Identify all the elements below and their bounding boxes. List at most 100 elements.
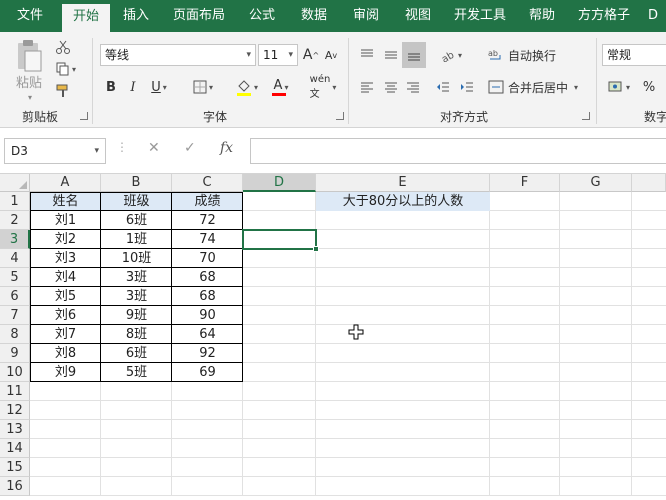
column-header-d[interactable]: D [243, 174, 316, 192]
percent-button[interactable]: % [638, 76, 660, 98]
grow-font-button[interactable]: A ^ [302, 44, 320, 66]
table-cell[interactable]: 68 [172, 268, 243, 287]
insert-function-icon[interactable]: fx [220, 140, 233, 156]
table-cell[interactable]: 64 [172, 325, 243, 344]
table-cell[interactable]: 3班 [101, 268, 172, 287]
column-header-f[interactable]: F [490, 174, 560, 192]
table-cell[interactable]: 刘7 [30, 325, 101, 344]
tab-ffcell[interactable]: 方方格子 [572, 0, 636, 32]
font-name-select[interactable]: 等线 ▾ [100, 44, 256, 66]
clipboard-launcher-icon[interactable] [80, 112, 88, 120]
column-header-b[interactable]: B [101, 174, 172, 192]
italic-button[interactable]: I [124, 76, 142, 98]
copy-icon[interactable]: ▾ [52, 60, 80, 78]
bold-button[interactable]: B [102, 76, 120, 98]
table-cell[interactable]: 1班 [101, 230, 172, 249]
table-cell[interactable]: 刘2 [30, 230, 101, 249]
paste-button[interactable]: 粘贴 [10, 72, 48, 91]
table-cell[interactable]: 3班 [101, 287, 172, 306]
font-launcher-icon[interactable] [336, 112, 344, 120]
tab-view[interactable]: 视图 [396, 0, 440, 32]
table-cell[interactable]: 9班 [101, 306, 172, 325]
row-header-10[interactable]: 10 [0, 363, 30, 382]
tab-page-layout[interactable]: 页面布局 [164, 0, 234, 32]
align-center-icon[interactable] [380, 76, 402, 98]
row-header-13[interactable]: 13 [0, 420, 30, 439]
cancel-icon[interactable]: ✕ [148, 140, 160, 156]
borders-button[interactable]: ▾ [188, 76, 218, 98]
paste-dropdown-icon[interactable]: ▾ [22, 92, 38, 102]
font-color-button[interactable]: A ▾ [266, 76, 296, 98]
column-header-a[interactable]: A [30, 174, 101, 192]
align-left-icon[interactable] [356, 76, 378, 98]
table-cell[interactable]: 刘9 [30, 363, 101, 382]
table-cell[interactable]: 刘3 [30, 249, 101, 268]
table-cell[interactable]: 10班 [101, 249, 172, 268]
fill-handle[interactable] [313, 246, 319, 252]
table-cell[interactable]: 刘6 [30, 306, 101, 325]
tab-review[interactable]: 审阅 [344, 0, 388, 32]
align-top-icon[interactable] [356, 44, 378, 66]
align-right-icon[interactable] [402, 76, 424, 98]
tab-help[interactable]: 帮助 [520, 0, 564, 32]
shrink-font-button[interactable]: Av [322, 44, 340, 66]
column-header-c[interactable]: C [172, 174, 243, 192]
row-header-8[interactable]: 8 [0, 325, 30, 344]
table-cell[interactable]: 90 [172, 306, 243, 325]
column-header-partial[interactable] [632, 174, 666, 192]
tab-truncated[interactable]: D [648, 0, 666, 32]
tab-formulas[interactable]: 公式 [240, 0, 284, 32]
header-cell[interactable]: 成绩 [172, 192, 243, 211]
e1-label-cell[interactable]: 大于80分以上的人数 [316, 192, 490, 211]
table-cell[interactable]: 6班 [101, 211, 172, 230]
align-middle-icon[interactable] [380, 44, 402, 66]
column-header-e[interactable]: E [316, 174, 490, 192]
format-painter-icon[interactable] [54, 82, 72, 100]
formula-input[interactable] [250, 138, 666, 164]
alignment-launcher-icon[interactable] [582, 112, 590, 120]
row-header-15[interactable]: 15 [0, 458, 30, 477]
tab-developer[interactable]: 开发工具 [448, 0, 512, 32]
table-cell[interactable]: 8班 [101, 325, 172, 344]
merge-center-button[interactable]: 合并后居中 ▾ [488, 76, 588, 98]
enter-icon[interactable]: ✓ [184, 140, 196, 156]
tab-data[interactable]: 数据 [292, 0, 336, 32]
row-header-11[interactable]: 11 [0, 382, 30, 401]
column-header-g[interactable]: G [560, 174, 632, 192]
row-header-12[interactable]: 12 [0, 401, 30, 420]
name-box[interactable]: D3 ▾ [4, 138, 106, 164]
table-cell[interactable]: 5班 [101, 363, 172, 382]
table-cell[interactable]: 70 [172, 249, 243, 268]
worksheet-grid[interactable]: A B C D E F G 1 2 3 4 5 6 7 8 9 10 11 12 13 14 15 16 姓名 班级 成绩 大于80… [0, 174, 666, 500]
row-header-3[interactable]: 3 [0, 230, 30, 249]
table-cell[interactable]: 刘1 [30, 211, 101, 230]
row-header-1[interactable]: 1 [0, 192, 30, 211]
fill-color-button[interactable]: ▾ [232, 76, 262, 98]
row-header-6[interactable]: 6 [0, 287, 30, 306]
table-cell[interactable]: 刘8 [30, 344, 101, 363]
paste-icon[interactable] [12, 38, 46, 74]
wrap-text-button[interactable]: ab 自动换行 [488, 44, 562, 66]
decrease-indent-icon[interactable] [432, 76, 454, 98]
row-header-2[interactable]: 2 [0, 211, 30, 230]
font-size-select[interactable]: 11 ▾ [258, 44, 298, 66]
tab-file[interactable]: 文件 [6, 0, 54, 32]
cut-icon[interactable] [54, 38, 72, 56]
tab-home[interactable]: 开始 [62, 4, 110, 32]
table-cell[interactable]: 74 [172, 230, 243, 249]
table-cell[interactable]: 6班 [101, 344, 172, 363]
row-header-7[interactable]: 7 [0, 306, 30, 325]
increase-indent-icon[interactable] [456, 76, 478, 98]
align-bottom-icon[interactable] [402, 42, 426, 68]
table-cell[interactable]: 69 [172, 363, 243, 382]
table-cell[interactable]: 刘4 [30, 268, 101, 287]
orientation-icon[interactable]: ab ▾ [436, 44, 466, 66]
header-cell[interactable]: 班级 [101, 192, 172, 211]
number-format-select[interactable]: 常规 [602, 44, 666, 66]
table-cell[interactable]: 68 [172, 287, 243, 306]
underline-button[interactable]: U ▾ [146, 76, 172, 98]
row-header-9[interactable]: 9 [0, 344, 30, 363]
row-header-4[interactable]: 4 [0, 249, 30, 268]
row-header-14[interactable]: 14 [0, 439, 30, 458]
table-cell[interactable]: 92 [172, 344, 243, 363]
